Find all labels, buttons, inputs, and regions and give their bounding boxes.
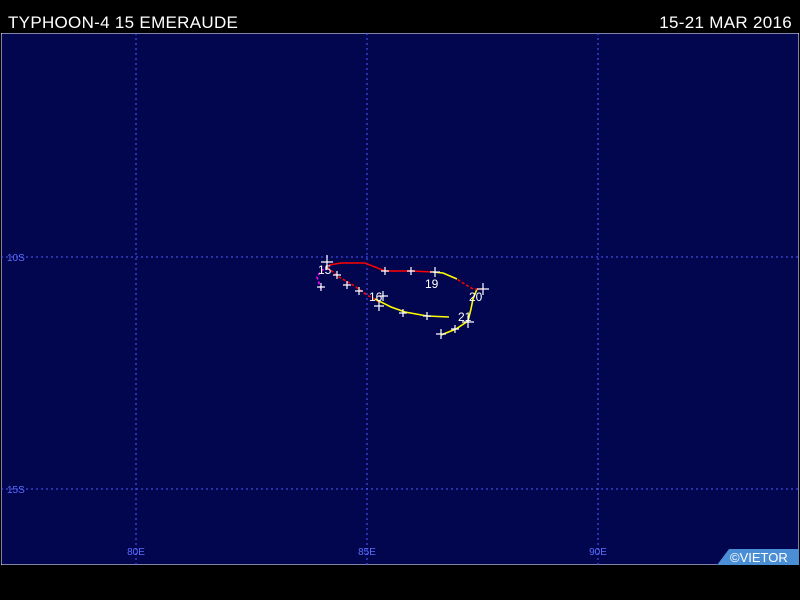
storm-title: TYPHOON-4 15 EMERAUDE <box>8 13 239 32</box>
header-bar: TYPHOON-4 15 EMERAUDE 15-21 MAR 2016 <box>0 0 800 33</box>
day-label-19: 19 <box>425 277 439 291</box>
lon-label-90e: 90E <box>589 547 607 558</box>
lon-label-85e: 85E <box>358 547 376 558</box>
lat-label-15s: 15S <box>7 485 25 496</box>
track-map: 10S 15S 80E 85E 90E 15 16 19 20 21 ©VIET… <box>1 33 799 565</box>
lon-label-80e: 80E <box>127 547 145 558</box>
map-background <box>1 33 799 565</box>
date-range: 15-21 MAR 2016 <box>659 13 792 32</box>
day-label-15: 15 <box>318 263 332 277</box>
day-label-20: 20 <box>469 290 483 304</box>
credit-text: ©VIETOR <box>730 550 788 565</box>
day-label-16: 16 <box>369 290 383 304</box>
lat-label-10s: 10S <box>7 253 25 264</box>
day-label-21: 21 <box>458 310 472 324</box>
footer-bar <box>0 566 800 600</box>
